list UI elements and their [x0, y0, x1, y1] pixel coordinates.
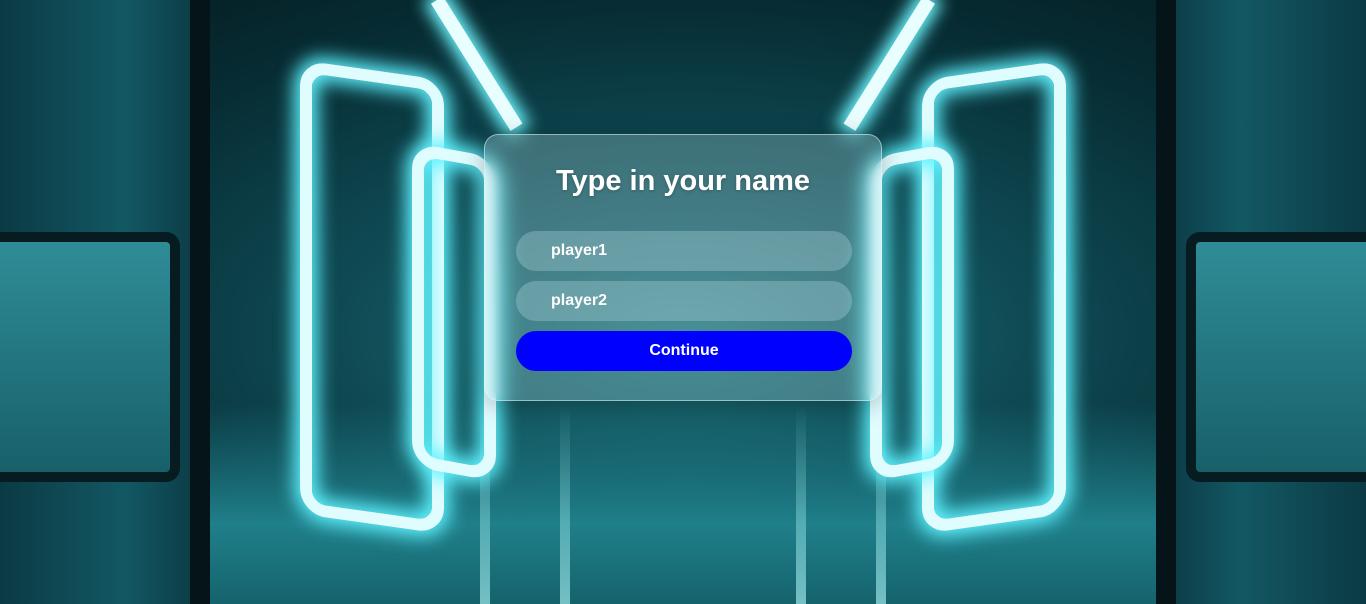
- corridor-right-window: [1186, 232, 1366, 482]
- player1-name-input[interactable]: [516, 231, 852, 271]
- dialog-title: Type in your name: [555, 165, 811, 197]
- corridor-left-pillar: [190, 0, 210, 604]
- name-entry-dialog: Type in your name Continue: [484, 134, 882, 401]
- corridor-left-window: [0, 232, 180, 482]
- game-background: Type in your name Continue: [0, 0, 1366, 604]
- player2-name-input[interactable]: [516, 281, 852, 321]
- corridor-right-pillar: [1156, 0, 1176, 604]
- floor-reflection: [560, 404, 570, 604]
- continue-button[interactable]: Continue: [516, 331, 852, 371]
- neon-door-frame-right-inner: [870, 142, 954, 482]
- floor-reflection: [796, 404, 806, 604]
- corridor-left-wall: [0, 0, 210, 604]
- ceiling-neon-light: [431, 0, 523, 131]
- corridor-right-wall: [1156, 0, 1366, 604]
